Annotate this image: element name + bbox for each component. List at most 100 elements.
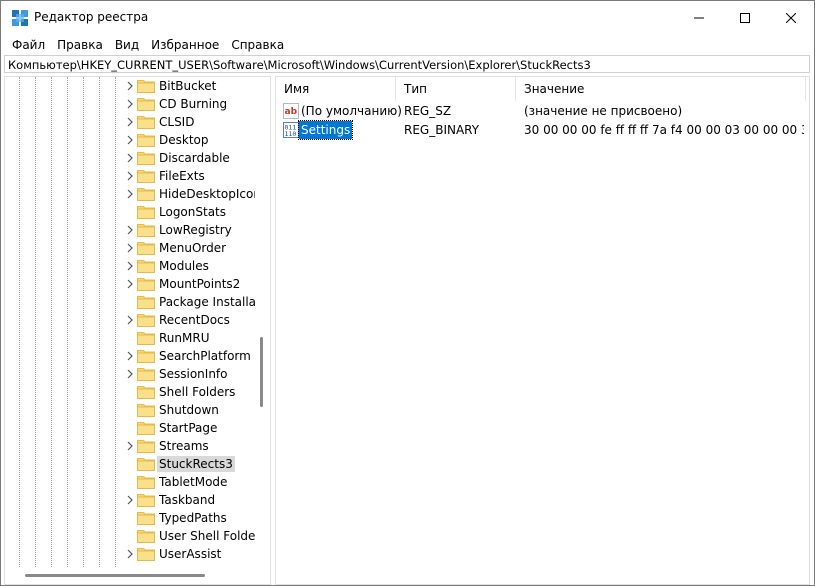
folder-icon xyxy=(137,278,155,291)
chevron-right-icon[interactable] xyxy=(125,225,135,235)
tree-vertical-scrollbar[interactable] xyxy=(260,337,263,407)
tree-item-label: StartPage xyxy=(159,421,218,435)
maximize-icon xyxy=(740,13,750,23)
folder-icon xyxy=(137,80,155,93)
maximize-button[interactable] xyxy=(722,1,768,35)
folder-icon xyxy=(137,548,155,561)
value-type: REG_SZ xyxy=(404,104,452,118)
tree-item[interactable]: MenuOrder xyxy=(5,239,255,257)
tree-item[interactable]: Desktop xyxy=(5,131,255,149)
tree-item-label: Shutdown xyxy=(159,403,219,417)
tree-item-label: LowRegistry xyxy=(159,223,232,237)
folder-icon xyxy=(137,458,155,471)
address-bar[interactable]: Компьютер\HKEY_CURRENT_USER\Software\Mic… xyxy=(4,55,810,73)
tree-item-label: Streams xyxy=(159,439,209,453)
tree-item-label: Modules xyxy=(159,259,209,273)
chevron-right-icon[interactable] xyxy=(125,351,135,361)
value-data: (значение не присвоено) xyxy=(524,104,683,118)
tree-item[interactable]: SessionInfo xyxy=(5,365,255,383)
tree-item-label: User Shell Folders xyxy=(159,529,255,543)
folder-icon xyxy=(137,332,155,345)
tree-item-label: UserAssist xyxy=(159,547,222,561)
tree-item[interactable]: UserAssist xyxy=(5,545,255,563)
chevron-right-icon[interactable] xyxy=(125,171,135,181)
column-header-value[interactable]: Значение xyxy=(516,77,806,101)
tree-item-label: LogonStats xyxy=(159,205,227,219)
registry-app-icon xyxy=(12,10,28,26)
menu-help[interactable]: Справка xyxy=(225,35,290,55)
chevron-right-icon[interactable] xyxy=(125,153,135,163)
tree-item[interactable]: LogonStats xyxy=(5,203,255,221)
svg-text:ab: ab xyxy=(285,107,298,117)
chevron-right-icon[interactable] xyxy=(125,495,135,505)
chevron-right-icon[interactable] xyxy=(125,279,135,289)
tree-item[interactable]: RunMRU xyxy=(5,329,255,347)
chevron-right-icon[interactable] xyxy=(125,261,135,271)
tree-item[interactable]: BitBucket xyxy=(5,77,255,95)
menu-view[interactable]: Вид xyxy=(109,35,145,55)
folder-icon xyxy=(137,422,155,435)
folder-icon xyxy=(137,152,155,165)
chevron-right-icon[interactable] xyxy=(125,117,135,127)
chevron-right-icon[interactable] xyxy=(125,441,135,451)
tree-item-label: BitBucket xyxy=(159,79,217,93)
key-tree-pane[interactable]: BitBucket CD Burning CLSID Desktop Discardab… xyxy=(4,76,271,585)
tree-item-label: TabletMode xyxy=(159,475,228,489)
window-title: Редактор реестра xyxy=(34,10,149,24)
values-list-pane[interactable]: Имя Тип Значение ab (По умолчанию) REG_SZ (… xyxy=(275,76,810,585)
folder-icon xyxy=(137,242,155,255)
tree-item-label: SessionInfo xyxy=(159,367,228,381)
tree-item[interactable]: Shutdown xyxy=(5,401,255,419)
tree-item[interactable]: TabletMode xyxy=(5,473,255,491)
menu-favorites[interactable]: Избранное xyxy=(145,35,225,55)
tree-item-label: Shell Folders xyxy=(159,385,236,399)
tree-item[interactable]: StartPage xyxy=(5,419,255,437)
tree-item[interactable]: Modules xyxy=(5,257,255,275)
chevron-right-icon[interactable] xyxy=(125,189,135,199)
column-header-type[interactable]: Тип xyxy=(396,77,516,101)
tree-item[interactable]: User Shell Folders xyxy=(5,527,255,545)
tree-item[interactable]: HideDesktopIcons xyxy=(5,185,255,203)
value-row[interactable]: ab (По умолчанию) REG_SZ (значение не присв… xyxy=(276,102,809,120)
tree-item[interactable]: Discardable xyxy=(5,149,255,167)
tree-item[interactable]: MountPoints2 xyxy=(5,275,255,293)
chevron-right-icon[interactable] xyxy=(125,315,135,325)
tree-item-label: HideDesktopIcons xyxy=(159,187,255,201)
minimize-button[interactable] xyxy=(676,1,722,35)
tree-item[interactable]: Streams xyxy=(5,437,255,455)
tree-item-label: StuckRects3 xyxy=(157,456,235,472)
minimize-icon xyxy=(694,17,704,19)
value-name: (По умолчанию) xyxy=(301,104,402,118)
folder-icon xyxy=(137,224,155,237)
chevron-right-icon[interactable] xyxy=(125,549,135,559)
title-bar[interactable]: Редактор реестра xyxy=(1,1,814,35)
tree-item[interactable]: LowRegistry xyxy=(5,221,255,239)
menu-edit[interactable]: Правка xyxy=(51,35,109,55)
value-name: Settings xyxy=(297,120,354,140)
tree-item[interactable]: StuckRects3 xyxy=(5,455,255,473)
tree-horizontal-scrollbar[interactable] xyxy=(25,574,205,577)
tree-item[interactable]: Package Installation xyxy=(5,293,255,311)
chevron-right-icon[interactable] xyxy=(125,243,135,253)
tree-item[interactable]: FileExts xyxy=(5,167,255,185)
value-data: 30 00 00 00 fe ff ff ff 7a f4 00 00 03 0… xyxy=(524,123,804,137)
folder-icon xyxy=(137,350,155,363)
close-button[interactable] xyxy=(768,1,814,35)
chevron-right-icon[interactable] xyxy=(125,135,135,145)
tree-item[interactable]: Taskband xyxy=(5,491,255,509)
tree-item[interactable]: CD Burning xyxy=(5,95,255,113)
chevron-right-icon[interactable] xyxy=(125,369,135,379)
tree-item[interactable]: CLSID xyxy=(5,113,255,131)
tree-item-label: Package Installation xyxy=(159,295,255,309)
tree-item[interactable]: Shell Folders xyxy=(5,383,255,401)
value-row[interactable]: 011 110 Settings REG_BINARY 30 00 00 00 fe f… xyxy=(276,120,809,140)
chevron-right-icon[interactable] xyxy=(125,81,135,91)
tree-item[interactable]: RecentDocs xyxy=(5,311,255,329)
chevron-right-icon[interactable] xyxy=(125,99,135,109)
menu-file[interactable]: Файл xyxy=(6,35,51,55)
tree-item[interactable]: TypedPaths xyxy=(5,509,255,527)
folder-icon xyxy=(137,386,155,399)
folder-icon xyxy=(137,530,155,543)
column-header-name[interactable]: Имя xyxy=(276,77,396,101)
tree-item[interactable]: SearchPlatform xyxy=(5,347,255,365)
